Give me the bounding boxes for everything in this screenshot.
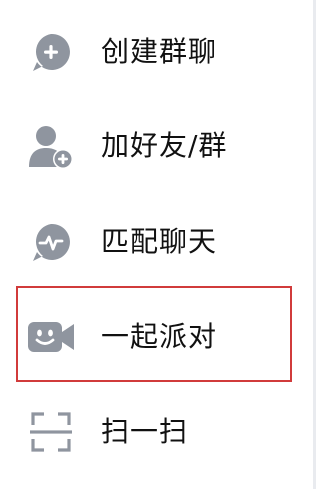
add-user-icon bbox=[26, 121, 76, 171]
chat-plus-icon bbox=[26, 27, 76, 77]
menu-item-scan[interactable]: 扫一扫 bbox=[0, 394, 300, 470]
menu-item-label: 一起派对 bbox=[101, 320, 218, 353]
video-camera-smile-icon bbox=[26, 312, 76, 362]
quick-actions-menu: 创建群聊 加好友/群 匹配聊天 一起派对 扫一扫 bbox=[0, 0, 316, 489]
scan-icon bbox=[26, 407, 76, 457]
right-edge-divider bbox=[313, 0, 316, 489]
menu-item-party[interactable]: 一起派对 bbox=[0, 299, 300, 375]
menu-item-label: 加好友/群 bbox=[101, 129, 228, 162]
menu-item-match-chat[interactable]: 匹配聊天 bbox=[0, 204, 300, 280]
menu-item-label: 创建群聊 bbox=[101, 35, 218, 68]
menu-item-label: 匹配聊天 bbox=[101, 225, 218, 258]
menu-item-add-friend[interactable]: 加好友/群 bbox=[0, 108, 300, 184]
chat-pulse-icon bbox=[26, 217, 76, 267]
menu-item-create-group[interactable]: 创建群聊 bbox=[0, 14, 300, 90]
menu-item-label: 扫一扫 bbox=[101, 415, 189, 448]
